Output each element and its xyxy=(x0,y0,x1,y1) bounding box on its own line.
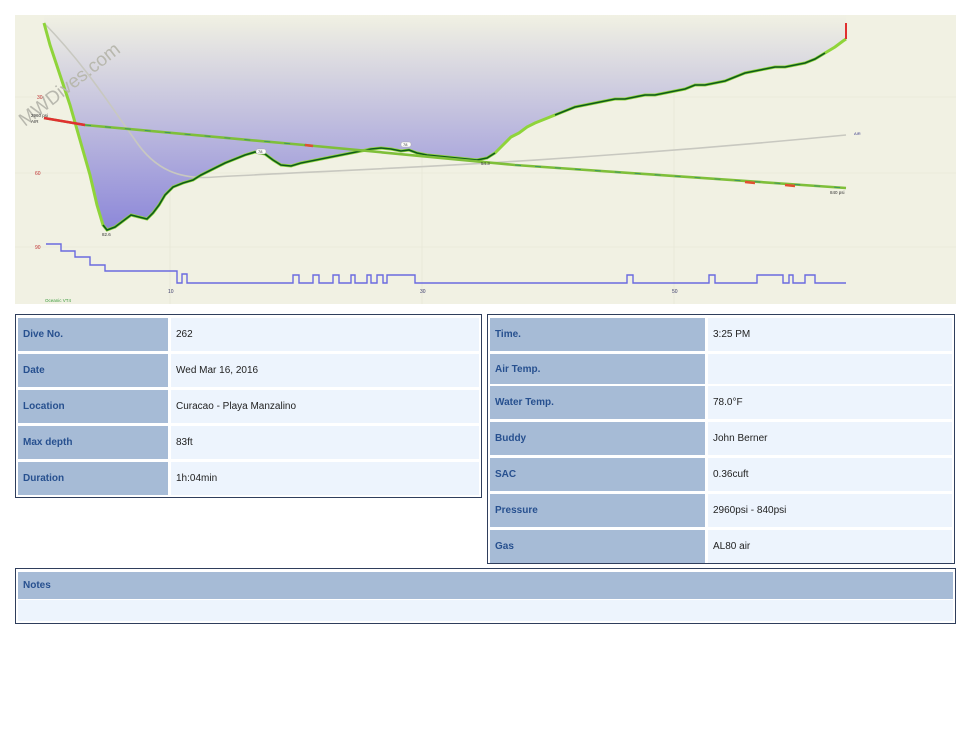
row-water-temp: Water Temp. 78.0°F xyxy=(490,386,952,419)
conditions-panel: Time. 3:25 PM Air Temp. Water Temp. 78.0… xyxy=(487,314,955,564)
location-label: Location xyxy=(18,390,168,423)
time-value: 3:25 PM xyxy=(708,318,952,351)
row-location: Location Curacao - Playa Manzalino xyxy=(18,390,479,423)
max-depth-label: Max depth xyxy=(18,426,168,459)
date-label: Date xyxy=(18,354,168,387)
row-date: Date Wed Mar 16, 2016 xyxy=(18,354,479,387)
sac-value: 0.36cuft xyxy=(708,458,952,491)
right-gas-label: AIR xyxy=(854,131,861,136)
temp-label-1: 78 xyxy=(258,149,263,154)
depth-tick-60: 60 xyxy=(35,171,41,177)
max-depth-value: 83ft xyxy=(171,426,479,459)
dive-computer-label: Oceanic VT4 xyxy=(45,298,72,303)
row-pressure: Pressure 2960psi - 840psi xyxy=(490,494,952,527)
location-value: Curacao - Playa Manzalino xyxy=(171,390,479,423)
start-pressure-label: 2960 psi xyxy=(31,113,48,118)
sac-label: SAC xyxy=(490,458,705,491)
buddy-label: Buddy xyxy=(490,422,705,455)
date-value: Wed Mar 16, 2016 xyxy=(171,354,479,387)
time-label: Time. xyxy=(490,318,705,351)
time-tick-10: 10 xyxy=(168,289,174,295)
row-air-temp: Air Temp. xyxy=(490,354,952,384)
dive-no-value: 262 xyxy=(171,318,479,351)
row-time: Time. 3:25 PM xyxy=(490,318,952,351)
time-tick-50: 50 xyxy=(672,289,678,295)
dive-profile-graph: MWDives.com 30 60 90 10 30 50 82.6 2960 … xyxy=(15,15,956,304)
dive-no-label: Dive No. xyxy=(18,318,168,351)
air-temp-value xyxy=(708,354,952,384)
ndl-label: 54.3 xyxy=(481,161,490,166)
end-pressure-label: 840 psi xyxy=(830,190,845,195)
row-sac: SAC 0.36cuft xyxy=(490,458,952,491)
pressure-label: Pressure xyxy=(490,494,705,527)
duration-label: Duration xyxy=(18,462,168,495)
time-tick-30: 30 xyxy=(420,289,426,295)
row-max-depth: Max depth 83ft xyxy=(18,426,479,459)
row-duration: Duration 1h:04min xyxy=(18,462,479,495)
water-temp-value: 78.0°F xyxy=(708,386,952,419)
duration-value: 1h:04min xyxy=(171,462,479,495)
water-temp-label: Water Temp. xyxy=(490,386,705,419)
gas-value: AL80 air xyxy=(708,530,952,563)
row-gas: Gas AL80 air xyxy=(490,530,952,563)
notes-panel: Notes xyxy=(15,568,956,624)
air-temp-label: Air Temp. xyxy=(490,354,705,384)
row-dive-no: Dive No. 262 xyxy=(18,318,479,351)
max-depth-label: 82.6 xyxy=(102,232,111,237)
depth-tick-90: 90 xyxy=(35,245,41,251)
notes-body xyxy=(18,600,953,621)
depth-tick-30: 30 xyxy=(37,95,43,101)
gas-label: Gas xyxy=(490,530,705,563)
notes-header: Notes xyxy=(18,572,953,599)
pressure-value: 2960psi - 840psi xyxy=(708,494,952,527)
temp-label-2: 78 xyxy=(403,142,408,147)
dive-info-panel: Dive No. 262 Date Wed Mar 16, 2016 Locat… xyxy=(15,314,482,498)
gas-label: AIR xyxy=(31,119,39,124)
buddy-value: John Berner xyxy=(708,422,952,455)
row-buddy: Buddy John Berner xyxy=(490,422,952,455)
